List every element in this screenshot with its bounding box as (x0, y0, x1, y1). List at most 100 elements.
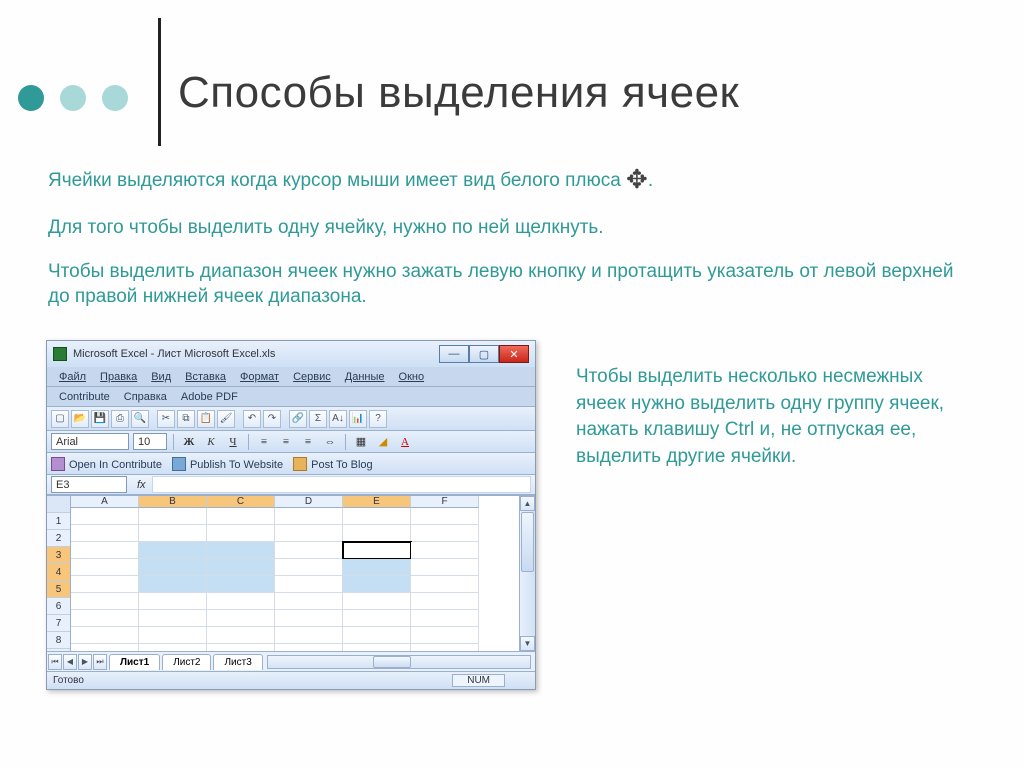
row-header[interactable]: 3 (47, 547, 70, 564)
minimize-button[interactable]: — (439, 345, 469, 363)
tab-first-icon[interactable]: ⏮ (48, 654, 62, 670)
row-header[interactable]: 1 (47, 513, 70, 530)
formatting-toolbar: Arial 10 Ж К Ч ≡ ≡ ≡ ⇔ ▦ ◢ A (47, 431, 535, 453)
col-header[interactable]: F (411, 496, 479, 508)
italic-button[interactable]: К (202, 433, 220, 450)
fx-icon[interactable]: fx (131, 479, 152, 491)
menu-help[interactable]: Справка (118, 389, 173, 405)
paragraph-3: Чтобы выделить диапазон ячеек нужно зажа… (48, 259, 964, 310)
col-header[interactable]: B (139, 496, 207, 508)
sheet-tab[interactable]: Лист2 (162, 654, 211, 670)
sheet-tab[interactable]: Лист3 (213, 654, 262, 670)
menu-edit[interactable]: Правка (94, 369, 143, 385)
standard-toolbar: ▢ 📂 💾 ⎙ 🔍 ✂ ⧉ 📋 🖌 ↶ ↷ 🔗 Σ A↓ (47, 407, 535, 431)
row-header[interactable]: 4 (47, 564, 70, 581)
para1-text: Ячейки выделяются когда курсор мыши имее… (48, 170, 626, 191)
post-to-blog-button[interactable]: Post To Blog (293, 457, 373, 471)
format-painter-icon[interactable]: 🖌 (217, 410, 235, 428)
publish-to-website-button[interactable]: Publish To Website (172, 457, 283, 471)
dot-icon (60, 85, 86, 111)
decorative-dots (18, 85, 128, 111)
row-header[interactable]: 6 (47, 598, 70, 615)
help-icon[interactable]: ? (369, 410, 387, 428)
align-right-icon[interactable]: ≡ (299, 433, 317, 450)
open-in-contribute-button[interactable]: Open In Contribute (51, 457, 162, 471)
row-header[interactable]: 5 (47, 581, 70, 598)
paste-icon[interactable]: 📋 (197, 410, 215, 428)
close-button[interactable]: ✕ (499, 345, 529, 363)
open-icon[interactable]: 📂 (71, 410, 89, 428)
col-header[interactable]: E (343, 496, 411, 508)
merge-center-icon[interactable]: ⇔ (321, 433, 339, 450)
col-header[interactable]: A (71, 496, 139, 508)
save-icon[interactable]: 💾 (91, 410, 109, 428)
align-left-icon[interactable]: ≡ (255, 433, 273, 450)
scroll-thumb[interactable] (521, 512, 534, 572)
row-header[interactable]: 7 (47, 615, 70, 632)
col-header[interactable]: C (207, 496, 275, 508)
sheet-tab[interactable]: Лист1 (109, 654, 160, 670)
body-text: Ячейки выделяются когда курсор мыши имее… (48, 162, 964, 328)
font-color-icon[interactable]: A (396, 433, 414, 450)
title-divider (158, 18, 161, 146)
formula-bar: E3 fx (47, 475, 535, 495)
align-center-icon[interactable]: ≡ (277, 433, 295, 450)
scroll-thumb[interactable] (373, 656, 411, 668)
menu-file[interactable]: Файл (53, 369, 92, 385)
maximize-button[interactable]: ▢ (469, 345, 499, 363)
menu-tools[interactable]: Сервис (287, 369, 337, 385)
menu-insert[interactable]: Вставка (179, 369, 232, 385)
menu-contribute[interactable]: Contribute (53, 389, 116, 405)
excel-window: Microsoft Excel - Лист Microsoft Excel.x… (46, 340, 536, 690)
paragraph-right: Чтобы выделить несколько несмежных ячеек… (576, 340, 964, 690)
menu-bar-2: Contribute Справка Adobe PDF (47, 387, 535, 407)
row-header[interactable]: 2 (47, 530, 70, 547)
menu-window[interactable]: Окно (393, 369, 431, 385)
row-header[interactable]: 8 (47, 632, 70, 649)
redo-icon[interactable]: ↷ (263, 410, 281, 428)
active-cell[interactable] (343, 542, 411, 559)
para1-suffix: . (648, 170, 653, 191)
menu-format[interactable]: Формат (234, 369, 285, 385)
tab-last-icon[interactable]: ⏭ (93, 654, 107, 670)
font-size-combo[interactable]: 10 (133, 433, 167, 450)
tab-prev-icon[interactable]: ◀ (63, 654, 77, 670)
preview-icon[interactable]: 🔍 (131, 410, 149, 428)
bold-button[interactable]: Ж (180, 433, 198, 450)
tab-next-icon[interactable]: ▶ (78, 654, 92, 670)
scroll-up-icon[interactable]: ▲ (520, 496, 535, 511)
dot-icon (102, 85, 128, 111)
vertical-scrollbar[interactable]: ▲ ▼ (519, 496, 535, 651)
copy-icon[interactable]: ⧉ (177, 410, 195, 428)
new-icon[interactable]: ▢ (51, 410, 69, 428)
window-title: Microsoft Excel - Лист Microsoft Excel.x… (73, 348, 275, 360)
formula-input[interactable] (152, 476, 531, 493)
paragraph-1: Ячейки выделяются когда курсор мыши имее… (48, 162, 964, 197)
col-header[interactable]: D (275, 496, 343, 508)
menu-view[interactable]: Вид (145, 369, 177, 385)
underline-button[interactable]: Ч (224, 433, 242, 450)
status-bar: Готово NUM (47, 671, 535, 689)
borders-icon[interactable]: ▦ (352, 433, 370, 450)
scroll-down-icon[interactable]: ▼ (520, 636, 535, 651)
menu-data[interactable]: Данные (339, 369, 391, 385)
contribute-icon (51, 457, 65, 471)
cut-icon[interactable]: ✂ (157, 410, 175, 428)
autosum-icon[interactable]: Σ (309, 410, 327, 428)
select-all-corner[interactable] (47, 496, 70, 513)
undo-icon[interactable]: ↶ (243, 410, 261, 428)
numlock-indicator: NUM (452, 674, 505, 687)
blog-icon (293, 457, 307, 471)
print-icon[interactable]: ⎙ (111, 410, 129, 428)
name-box[interactable]: E3 (51, 476, 127, 493)
fill-color-icon[interactable]: ◢ (374, 433, 392, 450)
horizontal-scrollbar[interactable] (267, 655, 531, 669)
font-combo[interactable]: Arial (51, 433, 129, 450)
white-plus-cursor-icon: ✥ (626, 165, 648, 194)
menu-adobepdf[interactable]: Adobe PDF (175, 389, 244, 405)
excel-app-icon (53, 347, 67, 361)
chart-icon[interactable]: 📊 (349, 410, 367, 428)
spreadsheet-grid[interactable]: 1 2 3 4 5 6 7 8 9 10 A B (47, 495, 535, 651)
sort-asc-icon[interactable]: A↓ (329, 410, 347, 428)
hyperlink-icon[interactable]: 🔗 (289, 410, 307, 428)
